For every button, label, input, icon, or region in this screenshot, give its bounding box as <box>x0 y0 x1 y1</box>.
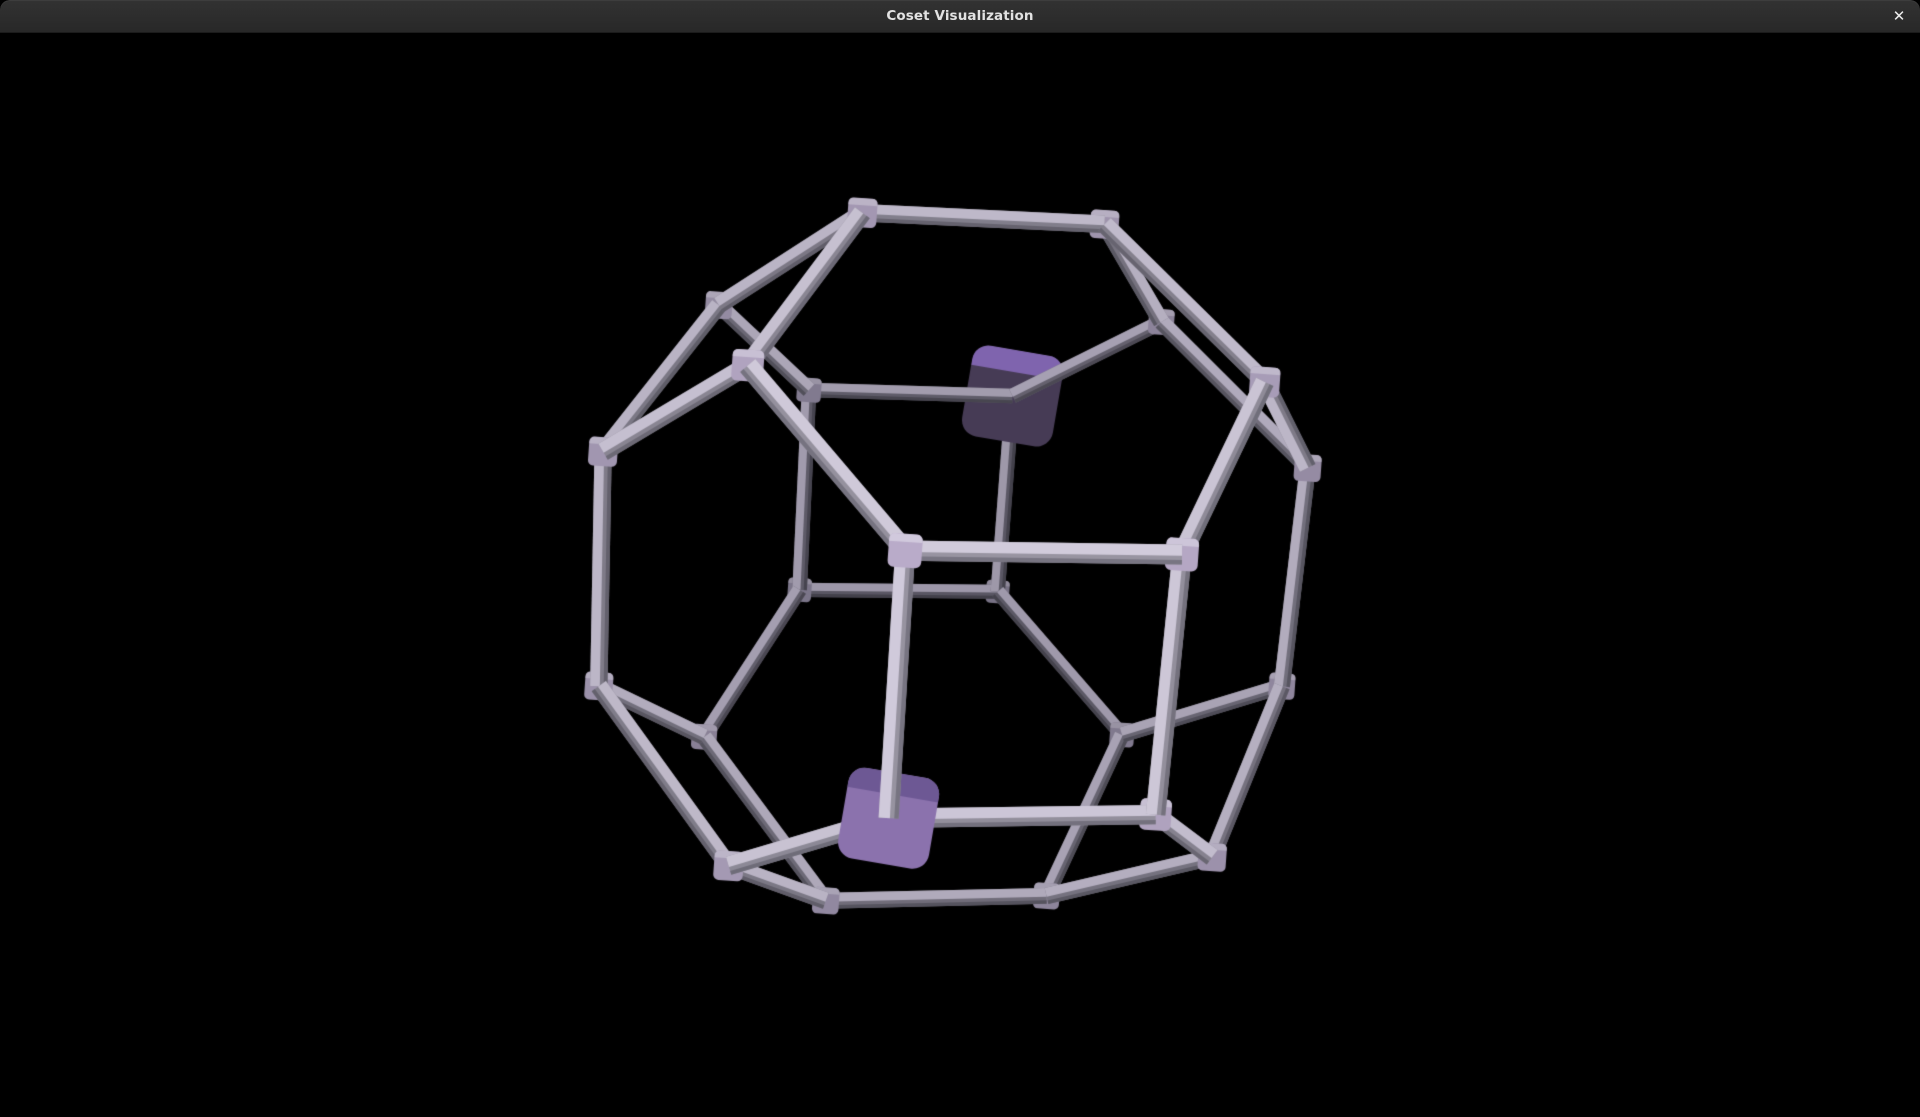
coset-3d-viewport[interactable] <box>0 33 1920 1117</box>
window-title: Coset Visualization <box>886 8 1033 24</box>
app-window: Coset Visualization ✕ <box>0 0 1920 1117</box>
close-button[interactable]: ✕ <box>1886 3 1912 29</box>
titlebar[interactable]: Coset Visualization ✕ <box>0 0 1920 33</box>
close-icon: ✕ <box>1893 7 1906 25</box>
